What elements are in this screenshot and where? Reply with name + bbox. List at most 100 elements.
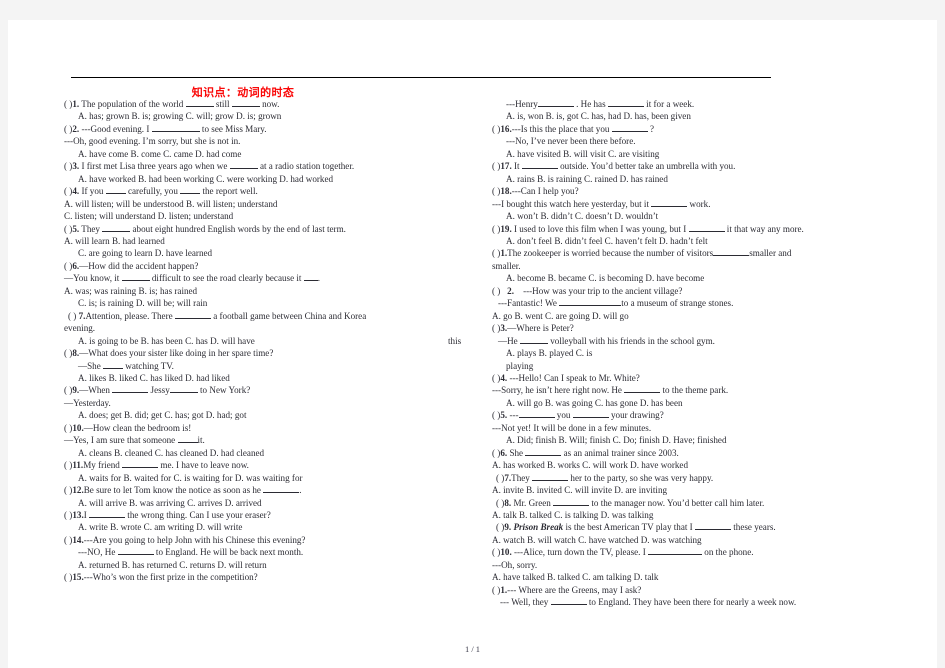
s2q6-stem-post: as an animal trainer since 2003.	[561, 447, 679, 458]
q11-blank-1[interactable]	[122, 467, 159, 469]
question-1-options[interactable]: A. has; grown B. is; growing C. will; gr…	[64, 110, 474, 122]
q15-stem-pre: ---Who’s won the first prize in the comp…	[83, 572, 258, 583]
section2-question-3-options-line2[interactable]: playing	[492, 360, 932, 372]
question-7-stem: ( ) 7.Attention, please. There a footbal…	[64, 310, 474, 322]
question-17-options[interactable]: A. rains B. is raining C. rained D. has …	[492, 173, 932, 185]
question-8-continuation: —She watching TV.	[64, 360, 474, 372]
q4-blank-1[interactable]	[105, 193, 126, 195]
section2-question-1-options[interactable]: A. become B. became C. is becoming D. ha…	[492, 272, 932, 284]
question-14-continuation: ---NO, He to England. He will be back ne…	[64, 546, 474, 558]
s2q9-blank-1[interactable]	[694, 529, 731, 531]
section2-question-9-stem: ( )9. Prison Break is the best American …	[492, 521, 932, 533]
question-6-options-line1[interactable]: A. was; was raining B. is; has rained	[64, 285, 474, 297]
q8-blank-1[interactable]	[103, 367, 124, 369]
section2-question-9-options[interactable]: A. watch B. will watch C. have watched D…	[492, 534, 932, 546]
q9-stem-post: to New York?	[197, 385, 251, 396]
question-2-options[interactable]: A. have come B. come C. came D. had come	[64, 148, 474, 160]
section2-question-10-stem: ( )10. ---Alice, turn down the TV, pleas…	[492, 546, 932, 558]
q3-blank-1[interactable]	[229, 168, 258, 170]
section2-question-6-options[interactable]: A. has worked B. works C. will work D. h…	[492, 459, 932, 471]
q13-blank-1[interactable]	[89, 516, 126, 518]
question-10-continuation: —Yes, I am sure that someone it.	[64, 434, 474, 446]
q11-stem-pre: My friend	[83, 460, 123, 471]
s2q1-stem-pre: The zookeeper is worried because the num…	[507, 248, 714, 259]
question-18-continuation: ---I bought this watch here yesterday, b…	[492, 198, 932, 210]
s2q9-stem-tail: these years.	[730, 522, 776, 533]
question-11-options[interactable]: A. waits for B. waited for C. is waiting…	[64, 472, 474, 484]
section2-question-10-continuation: ---Oh, sorry.	[492, 559, 538, 570]
s2q5-blank-2[interactable]	[572, 417, 609, 419]
question-6-options-line2[interactable]: C. is; is raining D. will be; will rain	[64, 297, 474, 309]
section2-question-4-options[interactable]: A. will go B. was going C. has gone D. h…	[492, 397, 932, 409]
q15-blank-1[interactable]	[537, 106, 574, 107]
q14-stem-pre: ---Are you going to help John with his C…	[83, 534, 306, 545]
q18-number: 18.	[500, 186, 512, 197]
q2-blank-1[interactable]	[151, 130, 200, 132]
q16-blank-1[interactable]	[611, 130, 648, 132]
section2-question-2-options[interactable]: A. go B. went C. are going D. will go	[492, 310, 932, 322]
s2q4-stem-pre: ---Hello! Can I speak to Mr. White?	[507, 372, 640, 383]
q6-blank-2[interactable]	[303, 280, 318, 282]
question-13-options[interactable]: A. write B. wrote C. am writing D. will …	[64, 521, 474, 533]
question-7-options[interactable]: A. is going to be B. has been C. has D. …	[64, 335, 474, 347]
s2q2-blank-1[interactable]	[559, 305, 622, 307]
q14-blank-1[interactable]	[117, 554, 154, 556]
section2-question-5-options[interactable]: A. Did; finish B. Will; finish C. Do; fi…	[492, 434, 932, 446]
question-16-options[interactable]: A. have visited B. will visit C. are vis…	[492, 148, 932, 160]
question-15-options[interactable]: A. is, won B. is, got C. has, had D. has…	[492, 110, 932, 122]
question-4-options-line2[interactable]: C. listen; will understand D. listen; un…	[64, 210, 474, 222]
s2q8-blank-1[interactable]	[553, 504, 590, 506]
s2q3-blank-1[interactable]	[519, 342, 548, 344]
question-11-stem: ( )11.My friend me. I have to leave now.	[64, 459, 474, 471]
q15-cont-pre: ---Henry	[506, 99, 538, 109]
question-12-options[interactable]: A. will arrive B. was arriving C. arrive…	[64, 497, 474, 509]
s2q1-blank-1[interactable]	[713, 255, 750, 257]
q5-blank-1[interactable]	[102, 230, 131, 232]
section2-question-8-options[interactable]: A. talk B. talked C. is talking D. was t…	[492, 509, 932, 521]
question-7-continuation: evening.	[64, 323, 96, 334]
q17-blank-1[interactable]	[521, 168, 558, 170]
question-18-options[interactable]: A. won’t B. didn’t C. doesn’t D. wouldn’…	[492, 210, 932, 222]
q9-blank-2[interactable]	[169, 392, 198, 394]
q1-blank-1[interactable]	[185, 106, 214, 107]
q18-blank-1[interactable]	[651, 205, 688, 207]
q15-blank-2[interactable]	[607, 106, 644, 107]
question-4-options-line1[interactable]: A. will listen; will be understood B. wi…	[64, 198, 474, 210]
s2q5-blank-1[interactable]	[518, 417, 555, 419]
question-14-stem: ( )14.---Are you going to help John with…	[64, 534, 474, 546]
question-1-stem: ( )1. The population of the world still …	[64, 98, 474, 110]
q9-blank-1[interactable]	[112, 392, 149, 394]
s2q6-blank-1[interactable]	[525, 454, 562, 456]
q1-blank-2[interactable]	[231, 106, 260, 107]
q3-stem-pre: I first met Lisa three years ago when we	[79, 161, 230, 172]
section2-question-7-options[interactable]: A. invite B. invited C. will invite D. a…	[492, 484, 932, 496]
q17-stem-pre: It	[511, 161, 522, 172]
q10-blank-1[interactable]	[177, 442, 198, 444]
question-9-options[interactable]: A. does; get B. did; get C. has; got D. …	[64, 409, 474, 421]
section2-question-5-stem: ( )5. --- you your drawing?	[492, 409, 932, 421]
question-19-options[interactable]: A. don’t feel B. didn’t feel C. haven’t …	[492, 235, 932, 247]
q19-blank-1[interactable]	[688, 230, 725, 232]
question-3-options[interactable]: A. have worked B. had been working C. we…	[64, 173, 474, 185]
s2q7-blank-1[interactable]	[532, 479, 569, 481]
q13-stem-post: the wrong thing. Can I use your eraser?	[125, 509, 271, 520]
q7-bracket[interactable]: ( )	[68, 311, 76, 321]
section2-question-10-options[interactable]: A. have talked B. talked C. am talking D…	[492, 571, 932, 583]
s2q4-blank-1[interactable]	[624, 392, 661, 394]
question-8-options[interactable]: A. likes B. liked C. has liked D. had li…	[64, 372, 474, 384]
s3q1-blank-1[interactable]	[550, 604, 587, 606]
q6-blank-1[interactable]	[121, 280, 150, 282]
question-6-continuation: —You know, it difficult to see the road …	[64, 272, 474, 284]
question-10-options[interactable]: A. cleans B. cleaned C. has cleaned D. h…	[64, 447, 474, 459]
q6-cont-pre: —You know, it	[64, 273, 122, 284]
section2-question-3-options-line1[interactable]: A. plays B. played C. is	[492, 347, 932, 359]
q12-stem-post: .	[299, 485, 302, 496]
q12-blank-1[interactable]	[263, 492, 300, 494]
question-5-options-line2[interactable]: C. are going to learn D. have learned	[64, 247, 474, 259]
q4-blank-2[interactable]	[180, 193, 201, 195]
s2q2-bracket[interactable]: ( )	[492, 286, 500, 296]
question-5-options-line1[interactable]: A. will learn B. had learned	[64, 235, 474, 247]
question-14-options[interactable]: A. returned B. has returned C. returns D…	[64, 559, 474, 571]
q7-blank-1[interactable]	[174, 317, 211, 319]
s2q10-blank-1[interactable]	[648, 554, 703, 556]
